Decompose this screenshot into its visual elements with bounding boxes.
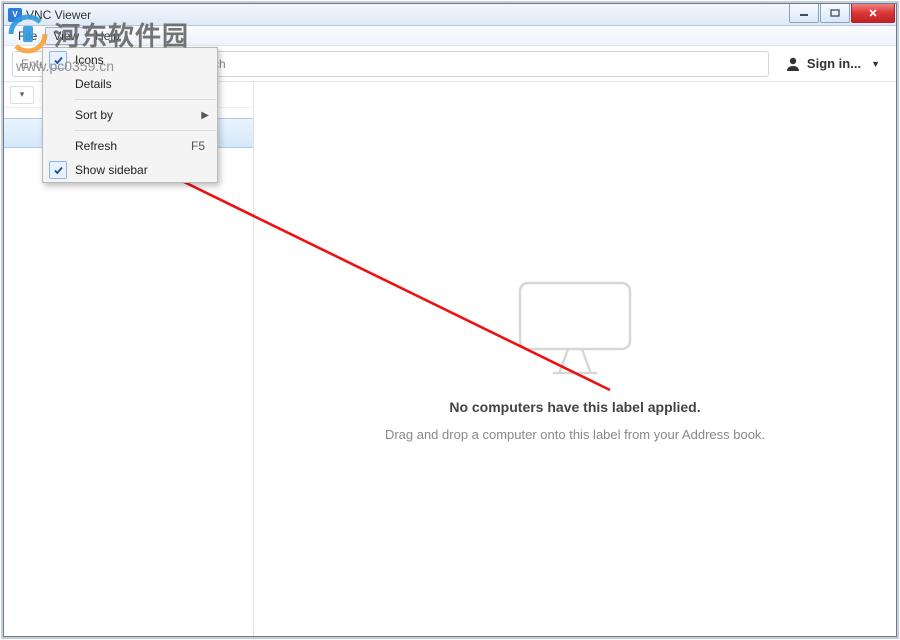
- signin-button[interactable]: Sign in... ▼: [777, 56, 888, 72]
- close-button[interactable]: [851, 4, 895, 23]
- menu-item-icons[interactable]: Icons: [43, 48, 217, 72]
- menu-view[interactable]: View: [45, 27, 87, 45]
- menu-item-refresh[interactable]: Refresh F5: [43, 134, 217, 158]
- user-icon: [785, 56, 801, 72]
- menu-item-details[interactable]: Details: [43, 72, 217, 96]
- search-input[interactable]: rch: [200, 51, 769, 77]
- menu-file[interactable]: File: [10, 27, 45, 45]
- menu-item-sortby[interactable]: Sort by ▶: [43, 103, 217, 127]
- app-icon: V: [8, 8, 22, 22]
- maximize-button[interactable]: [820, 4, 850, 23]
- monitor-icon: [510, 277, 640, 377]
- minimize-button[interactable]: [789, 4, 819, 23]
- titlebar: V VNC Viewer: [4, 4, 896, 26]
- empty-heading: No computers have this label applied.: [449, 399, 700, 415]
- sidebar-filter-dropdown[interactable]: ▾: [10, 86, 34, 104]
- signin-label: Sign in...: [807, 56, 861, 71]
- window-controls: [789, 4, 896, 23]
- menu-item-label: Details: [75, 77, 112, 91]
- menu-item-label: Icons: [75, 53, 104, 67]
- caret-down-icon: ▼: [871, 59, 880, 69]
- submenu-arrow-icon: ▶: [201, 110, 209, 121]
- main-panel: No computers have this label applied. Dr…: [254, 82, 896, 636]
- checkmark-icon: [49, 161, 67, 179]
- menu-item-label: Show sidebar: [75, 163, 148, 177]
- menu-help[interactable]: Help: [87, 27, 128, 45]
- view-dropdown-menu: Icons Details Sort by ▶ Refresh F5 Show …: [42, 47, 218, 183]
- menu-separator: [75, 130, 216, 131]
- checkmark-icon: [49, 51, 67, 69]
- menu-separator: [75, 99, 216, 100]
- menu-item-label: Refresh: [75, 139, 117, 153]
- window-title: VNC Viewer: [26, 8, 91, 22]
- menu-item-show-sidebar[interactable]: Show sidebar: [43, 158, 217, 182]
- menu-shortcut: F5: [191, 139, 205, 153]
- menu-item-label: Sort by: [75, 108, 113, 122]
- menubar: File View Help: [4, 26, 896, 46]
- empty-subtext: Drag and drop a computer onto this label…: [385, 427, 765, 442]
